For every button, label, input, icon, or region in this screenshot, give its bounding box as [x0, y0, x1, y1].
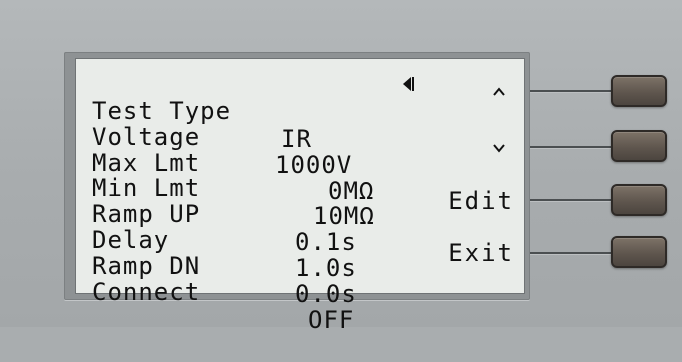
voltage-value: 1000V	[275, 151, 353, 179]
left-triangle-cursor-icon	[403, 77, 414, 91]
edit-softkey-button[interactable]	[611, 184, 667, 216]
row-delay: Delay 1.0s	[76, 198, 356, 282]
connect-label: Connect	[92, 278, 201, 306]
row-ramp-up: Ramp UP 0.1s	[76, 172, 356, 256]
max-limit-value: 0MΩ	[328, 177, 375, 205]
delay-value: 1.0s	[295, 254, 357, 282]
chevron-down-icon	[493, 144, 505, 153]
min-limit-value: 10MΩ	[313, 202, 375, 230]
edit-softkey-label: Edit	[448, 187, 514, 215]
row-connect: Connect OFF	[76, 250, 353, 334]
exit-softkey-button[interactable]	[611, 236, 667, 268]
softkey-lead-line-4	[530, 252, 620, 254]
chevron-up-icon	[493, 87, 505, 96]
connect-value: OFF	[308, 306, 355, 334]
softkey-lead-line-1	[530, 90, 620, 92]
instrument-front-panel: Test Type IR Voltage 1000V Max Lmt 0MΩ M…	[0, 0, 682, 334]
row-test-type: Test Type IR	[76, 69, 311, 153]
row-ramp-down: Ramp DN 0.0s	[76, 224, 356, 308]
test-type-value: IR	[281, 125, 312, 153]
up-softkey-button[interactable]	[611, 75, 667, 107]
row-min-limit: Min Lmt 10MΩ	[76, 146, 374, 230]
softkey-lead-line-2	[530, 146, 620, 148]
lcd-display: Test Type IR Voltage 1000V Max Lmt 0MΩ M…	[75, 58, 525, 334]
softkey-lead-line-3	[530, 199, 620, 201]
row-voltage: Voltage 1000V	[76, 95, 351, 179]
ramp-down-value: 0.0s	[295, 280, 357, 308]
exit-softkey-label: Exit	[448, 239, 514, 267]
row-max-limit: Max Lmt 0MΩ	[76, 121, 373, 205]
down-softkey-button[interactable]	[611, 130, 667, 162]
ramp-up-value: 0.1s	[295, 228, 357, 256]
